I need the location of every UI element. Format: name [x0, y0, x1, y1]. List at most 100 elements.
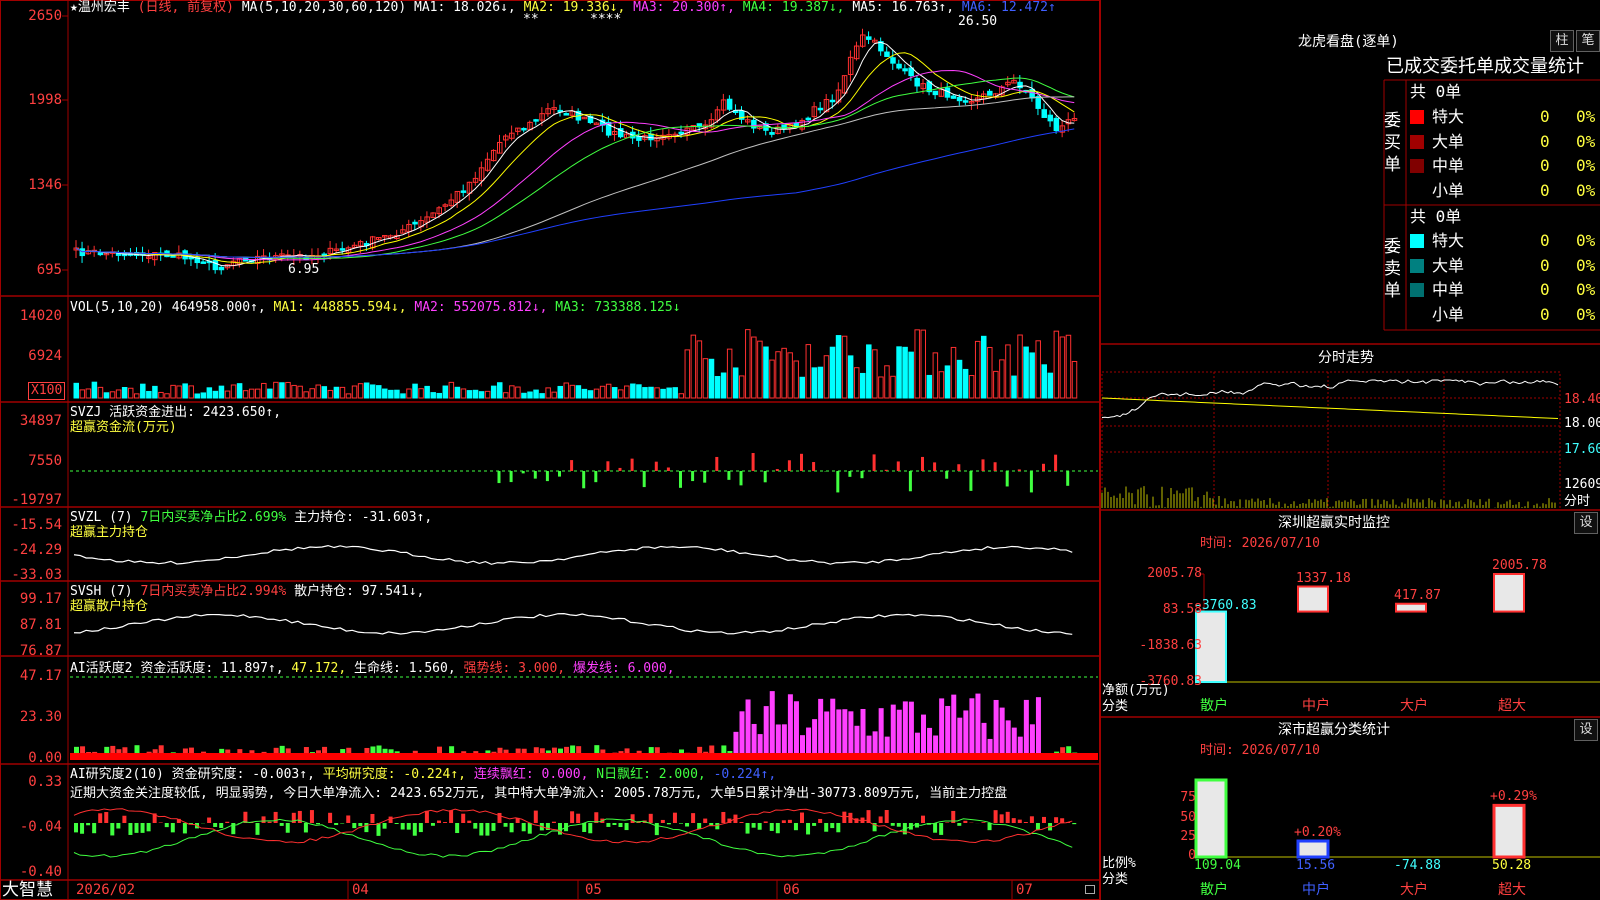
classify-value-label: -74.88	[1394, 858, 1441, 873]
volume-bar	[672, 387, 678, 399]
ai-research-bar	[116, 823, 121, 829]
order-pct: 0%	[1576, 131, 1596, 151]
volume-bar	[388, 389, 394, 399]
sell-side-label: 委卖单	[1384, 237, 1401, 301]
svzj-bar	[666, 467, 670, 471]
intraday-axis-label: 18.40	[1564, 392, 1600, 407]
svzj-bar	[582, 471, 586, 489]
volume-bar	[490, 385, 497, 399]
svzj-bar	[945, 471, 949, 479]
ai-research-bar	[818, 818, 823, 823]
intraday-avg-line	[1101, 397, 1559, 420]
ai-research-bar	[703, 818, 708, 823]
ma-line	[75, 41, 1075, 267]
ai-research-bar	[122, 815, 127, 823]
ai-research-bar	[582, 823, 587, 832]
ai-research-bar	[461, 813, 466, 823]
volume-bar	[103, 392, 110, 399]
svzl-axis-label: -24.29	[11, 542, 62, 558]
svsh-axis-label: 87.81	[19, 617, 62, 633]
ma-line	[75, 77, 1075, 259]
ai-research-bar	[648, 813, 653, 823]
vol-ma1: MA1: 448855.594↓,	[273, 300, 407, 315]
price-axis-label: 1346	[28, 177, 62, 193]
monitor-settings-button[interactable]: 设	[1574, 512, 1598, 534]
volume-bar	[666, 387, 672, 399]
volume-bar	[835, 335, 842, 399]
volume-bar	[745, 329, 751, 399]
ai-research-bar	[921, 815, 925, 823]
ai-research-bar	[527, 823, 532, 834]
ma-line	[75, 69, 1075, 261]
price-axis-label: 1998	[28, 92, 62, 108]
ai-research-bar	[279, 823, 284, 826]
volume-bar	[206, 387, 213, 399]
vol-unit-button[interactable]: X100	[28, 382, 66, 400]
ai-research-bar	[376, 823, 381, 836]
volume-bar	[242, 390, 249, 399]
volume-bar	[908, 351, 914, 399]
svzj-bar	[727, 471, 731, 480]
volume-bar	[974, 340, 981, 399]
volume-bar	[261, 382, 267, 399]
order-count: 0	[1540, 107, 1550, 126]
classify-settings-button[interactable]: 设	[1574, 719, 1598, 741]
monitor-xlabel: 分类	[1102, 699, 1129, 714]
volume-bar	[1065, 334, 1072, 399]
order-row: 特大 0 0%	[1410, 229, 1600, 253]
volume-bar	[97, 386, 104, 399]
volume-bar	[109, 391, 116, 399]
volume-bar	[1047, 372, 1054, 399]
volume-bar	[599, 385, 606, 399]
volume-bar	[460, 388, 467, 399]
volume-bar	[636, 384, 642, 399]
volume-bar	[890, 375, 896, 399]
bar-view-button[interactable]: 柱	[1550, 30, 1574, 52]
ai-research-bar	[388, 816, 393, 823]
svzj-bar	[933, 462, 937, 471]
svzj-bar	[521, 471, 525, 474]
ai-research-bar	[443, 822, 448, 823]
ai-research-bar	[781, 820, 786, 823]
color-swatch	[1410, 307, 1424, 322]
volume-bar	[1029, 352, 1035, 399]
kline-canvas[interactable]	[0, 0, 1100, 900]
high-price-mark: 26.50	[958, 14, 998, 29]
svzl-header: SVZL (7) 7日内买卖净占比2.699% 主力持仓: -31.603↑,	[70, 510, 432, 526]
candle	[896, 63, 902, 69]
volume-bar	[230, 384, 237, 399]
chart-mode: (日线, 前复权)	[137, 0, 234, 15]
svsh-subtitle: 超赢散户持仓	[70, 599, 149, 614]
right-sidebar: 龙虎看盘(逐单) 柱 笔 已成交委托单成交量统计 委买单 委卖单 共 0单 特大…	[1100, 0, 1600, 900]
volume-bar	[1041, 364, 1047, 399]
svzj-bar	[1017, 469, 1021, 471]
volume-bar	[902, 346, 908, 399]
svzj-bar	[787, 460, 791, 471]
lock-icon[interactable]	[1085, 885, 1095, 894]
monitor-bar	[1493, 573, 1525, 613]
monitor-bar	[1297, 585, 1329, 613]
ai-activity-bar	[848, 711, 854, 760]
ma-line	[75, 52, 1075, 264]
volume-bar	[878, 376, 884, 399]
ai-research-bar	[273, 811, 278, 823]
ai-research-bar	[775, 823, 780, 834]
ai-research-bar	[406, 823, 411, 830]
vol-ma2: MA2: 552075.812↓,	[414, 300, 548, 315]
volume-bar	[134, 393, 140, 399]
ai-research-label: AI研究度2(10)	[70, 767, 164, 782]
volume-bar	[515, 386, 521, 399]
kline-panel[interactable]: ★温州宏丰 (日线, 前复权) MA(5,10,20,30,60,120) MA…	[0, 0, 1100, 900]
classify-category-label: 大户	[1400, 882, 1428, 898]
ai-activity-header: AI活跃度2 资金活跃度: 11.897↑, 47.172, 生命线: 1.56…	[70, 661, 675, 677]
tick-view-button[interactable]: 笔	[1576, 30, 1600, 52]
ai-research-bar	[672, 812, 677, 823]
candle	[956, 97, 963, 102]
svzl-subtitle: 超赢主力持仓	[70, 525, 149, 540]
ai-research-bar	[430, 823, 435, 826]
ai-activity-bar	[969, 698, 975, 760]
order-pct: 0%	[1576, 180, 1596, 200]
classify-bar	[1194, 778, 1228, 859]
ai-research-bar	[987, 823, 992, 831]
candle	[932, 90, 939, 96]
